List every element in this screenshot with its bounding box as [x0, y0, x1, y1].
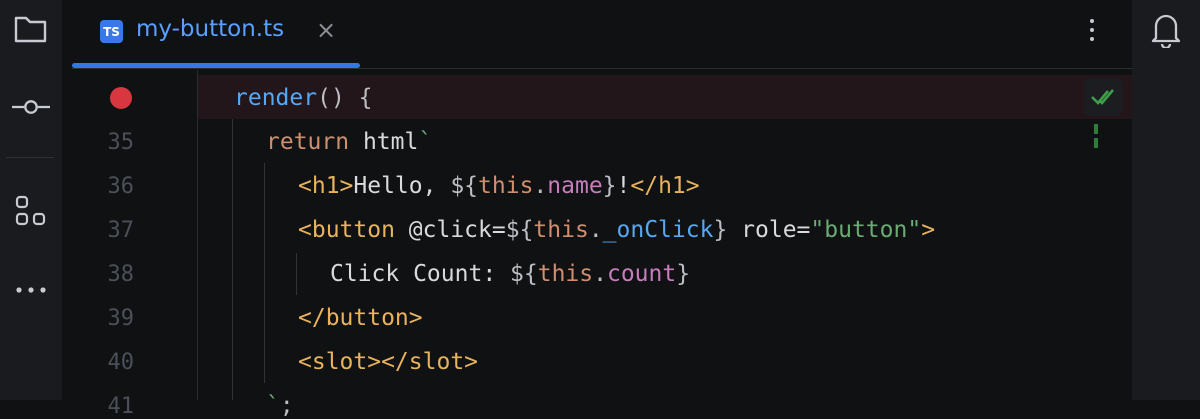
- line-number[interactable]: 36: [92, 174, 135, 199]
- code-token: </button>: [298, 305, 423, 331]
- active-tab-indicator: [72, 63, 360, 68]
- code-token: this: [537, 261, 594, 287]
- code-token: .: [588, 217, 603, 243]
- code-token: <h1>: [298, 173, 354, 199]
- line-number[interactable]: 41: [92, 394, 135, 419]
- code-line[interactable]: `;: [266, 393, 294, 419]
- change-marker: [1094, 138, 1098, 148]
- tab-options-menu-icon[interactable]: [1082, 14, 1102, 54]
- code-token: </h1>: [630, 173, 700, 199]
- code-line[interactable]: <h1>Hello, ${this.name}!</h1>: [298, 173, 700, 199]
- code-token: @click=: [394, 217, 506, 243]
- code-editor[interactable]: TS my-button.ts × 35 36 37 38 39 40 41 render(…: [72, 0, 1132, 419]
- code-token: this: [533, 217, 589, 243]
- code-token: .: [533, 173, 548, 199]
- code-line[interactable]: <button @click=${this._onClick} role="bu…: [298, 217, 935, 243]
- code-token: <button: [298, 217, 395, 243]
- code-token: Hello,: [353, 173, 451, 199]
- code-token: ${: [510, 261, 538, 287]
- left-tool-rail: [0, 0, 62, 400]
- rail-divider: [6, 157, 54, 158]
- code-token: _onClick: [602, 217, 714, 243]
- code-line[interactable]: render() {: [234, 85, 372, 111]
- line-number[interactable]: 38: [92, 262, 135, 287]
- code-token: Click Count:: [330, 261, 511, 287]
- code-token: "button": [810, 217, 922, 243]
- code-token: count: [606, 261, 677, 287]
- no-problems-indicator[interactable]: [1084, 78, 1122, 116]
- code-token: render: [234, 85, 318, 111]
- line-number[interactable]: 40: [92, 350, 135, 375]
- code-token: }: [602, 173, 617, 199]
- change-marker: [1094, 124, 1098, 134]
- code-token: this: [478, 173, 534, 199]
- breakpoint-icon[interactable]: [110, 87, 132, 109]
- tab-my-button-ts[interactable]: TS my-button.ts ×: [72, 0, 360, 68]
- indent-guide: [296, 253, 297, 295]
- line-number[interactable]: 35: [92, 130, 135, 155]
- line-number[interactable]: 39: [92, 306, 135, 331]
- code-token: ${: [505, 217, 534, 243]
- code-token: name: [547, 173, 603, 199]
- right-tool-rail: [1132, 0, 1200, 400]
- structure-icon[interactable]: [12, 192, 50, 230]
- code-token: role=: [727, 217, 811, 243]
- indent-guide: [232, 119, 233, 400]
- folder-icon[interactable]: [12, 10, 50, 48]
- tab-bar: TS my-button.ts ×: [72, 0, 1132, 69]
- code-token: `: [266, 393, 280, 419]
- code-token: !: [616, 173, 631, 199]
- code-token: ;: [279, 393, 294, 419]
- typescript-file-icon: TS: [100, 20, 123, 43]
- code-token: return: [266, 129, 350, 155]
- code-token: `: [418, 129, 433, 155]
- code-token: .: [593, 261, 607, 287]
- code-line[interactable]: </button>: [298, 305, 423, 331]
- gutter-separator: [197, 70, 198, 400]
- check-icon: [1091, 89, 1114, 105]
- commit-icon[interactable]: [12, 88, 50, 126]
- code-line[interactable]: <slot></slot>: [298, 349, 478, 375]
- code-token: () {: [317, 85, 373, 111]
- code-token: html: [349, 129, 419, 155]
- code-token: ${: [450, 173, 479, 199]
- line-number[interactable]: 37: [92, 218, 135, 243]
- more-icon[interactable]: [12, 271, 50, 309]
- code-token: }: [676, 261, 691, 287]
- bell-icon[interactable]: [1148, 10, 1184, 50]
- code-line[interactable]: return html`: [266, 129, 432, 155]
- close-icon[interactable]: ×: [316, 16, 336, 44]
- code-token: >: [921, 217, 936, 243]
- code-token: }: [713, 217, 728, 243]
- code-line[interactable]: Click Count: ${this.count}: [330, 261, 690, 287]
- tab-title: my-button.ts: [136, 16, 285, 42]
- indent-guide: [264, 163, 265, 383]
- code-token: <slot></slot>: [298, 349, 479, 375]
